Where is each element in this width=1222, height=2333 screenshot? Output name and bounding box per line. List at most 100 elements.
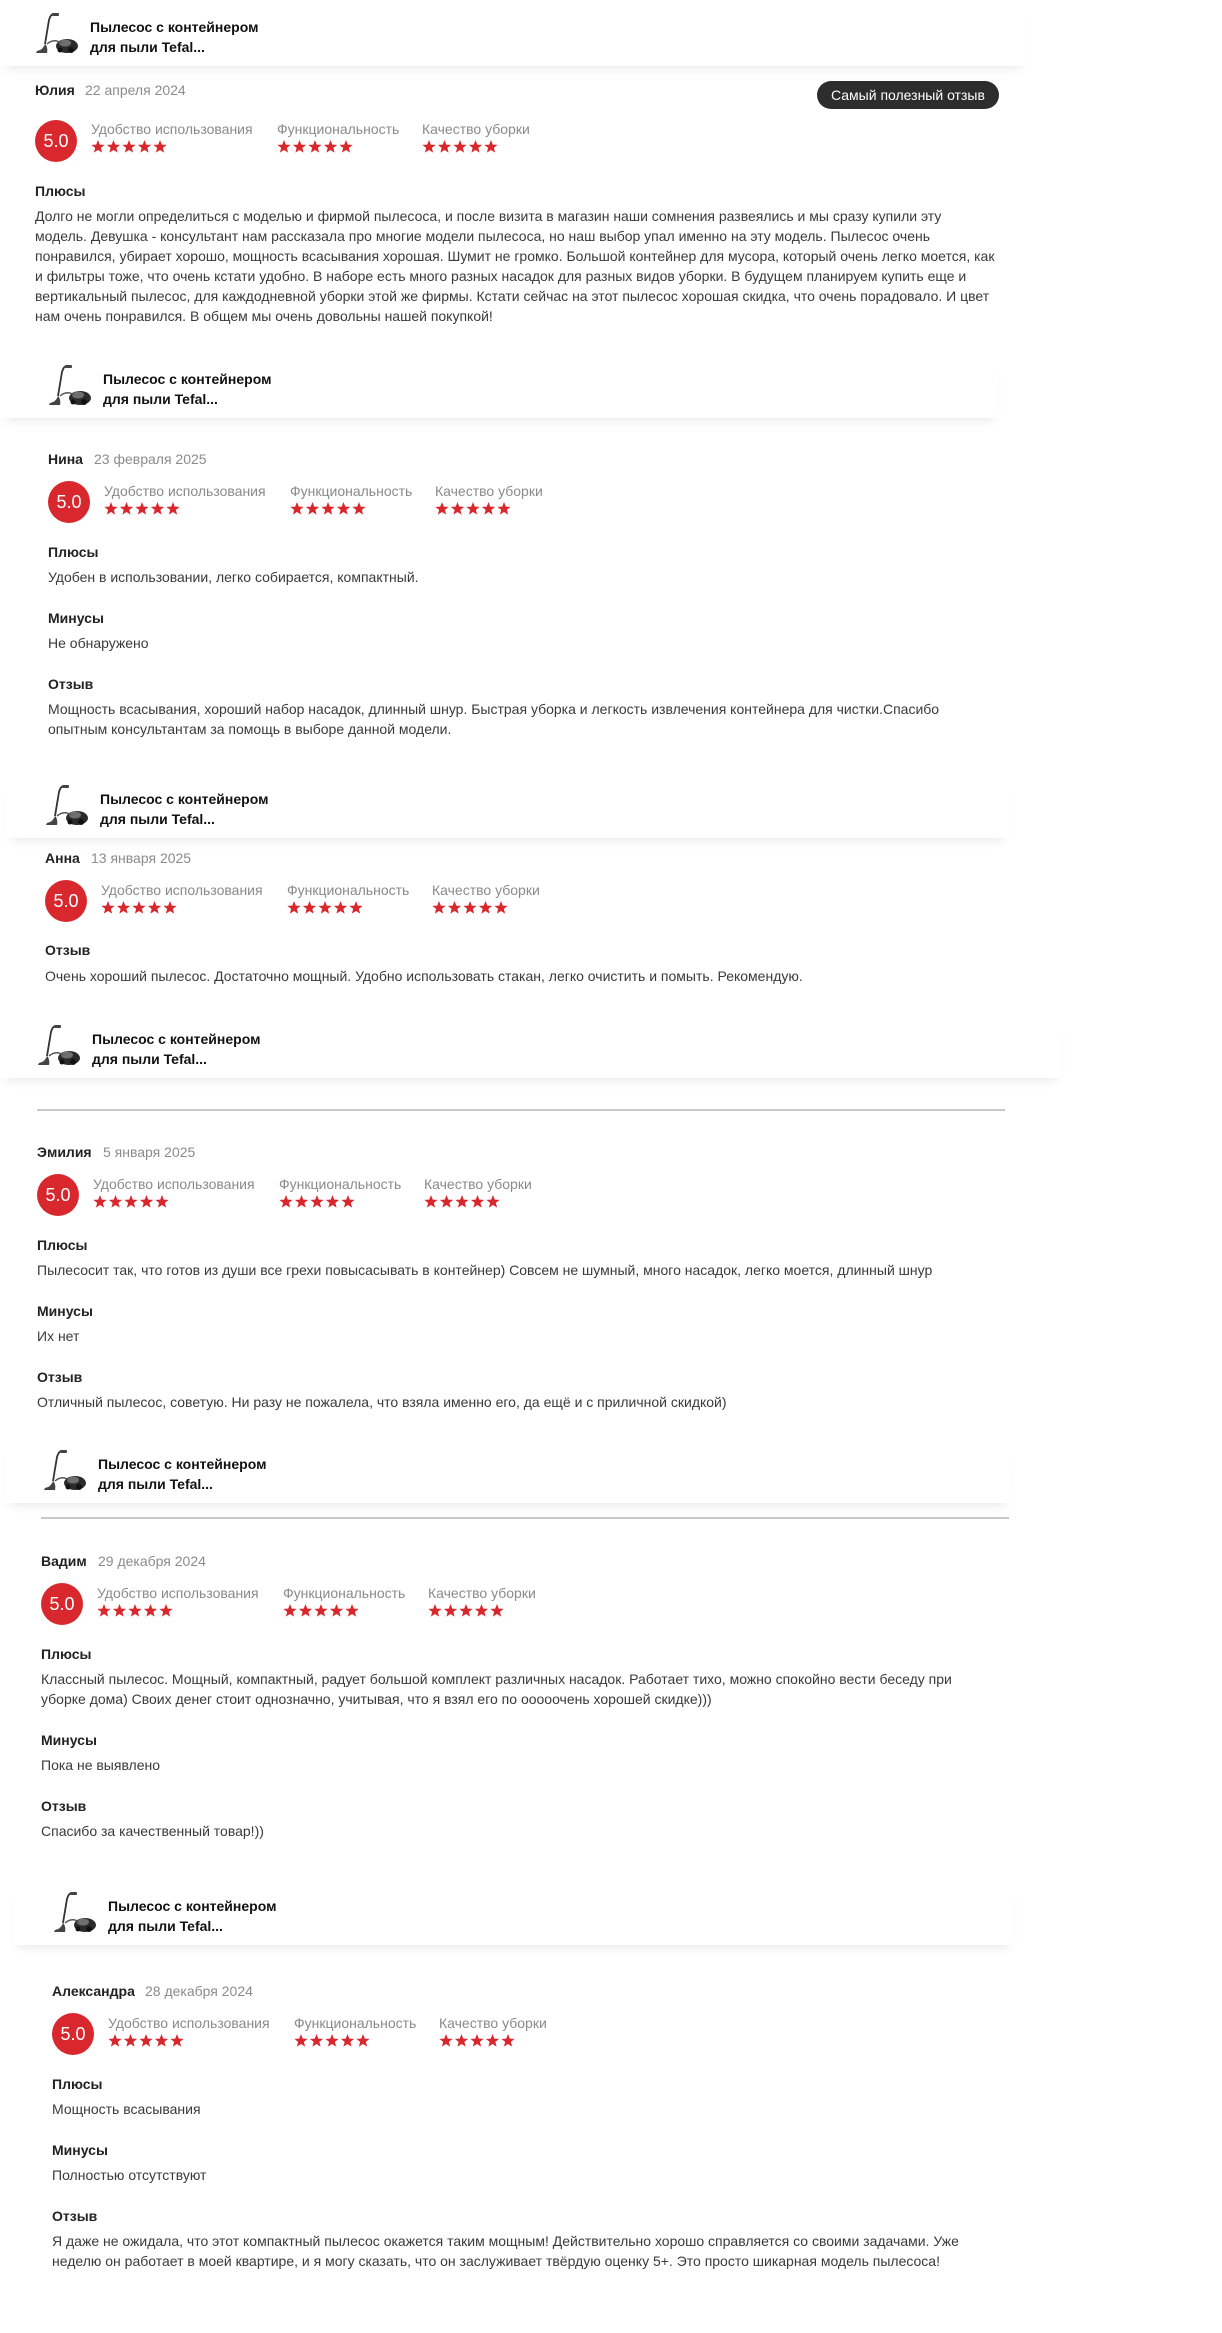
star-icon xyxy=(424,1195,438,1208)
vacuum-cleaner-icon[interactable] xyxy=(36,1022,82,1068)
product-header: Пылесос с контейнером для пыли Tefal... xyxy=(0,4,1025,66)
star-icon xyxy=(494,901,508,914)
review-text: Спасибо за качественный товар!)) xyxy=(41,1823,264,1839)
pros-text: Пылесосит так, что готов из души все гре… xyxy=(37,1262,933,1278)
stars-icon xyxy=(432,901,508,914)
review-date: 22 апреля 2024 xyxy=(85,82,186,98)
product-title[interactable]: Пылесос с контейнером для пыли Tefal... xyxy=(90,17,270,57)
star-icon xyxy=(468,140,483,153)
rating-label: Функциональность xyxy=(287,882,410,898)
star-icon xyxy=(310,1195,324,1208)
star-icon xyxy=(153,140,167,153)
star-rating xyxy=(294,2033,416,2049)
star-icon xyxy=(356,2034,370,2047)
product-title[interactable]: Пылесос с контейнером для пыли Tefal... xyxy=(108,1896,288,1936)
star-icon xyxy=(484,140,498,153)
star-icon xyxy=(155,1195,169,1208)
pros-text: Долго не могли определиться с моделью и … xyxy=(35,208,995,324)
star-rating xyxy=(104,501,266,517)
star-icon xyxy=(97,1604,111,1617)
product-title[interactable]: Пылесос с контейнером для пыли Tefal... xyxy=(100,789,280,829)
star-rating xyxy=(97,1603,259,1619)
stars-icon xyxy=(97,1604,173,1617)
star-icon xyxy=(432,901,446,914)
star-icon xyxy=(463,901,477,914)
product-title[interactable]: Пылесос с контейнером для пыли Tefal... xyxy=(103,369,283,409)
review-title: Отзыв xyxy=(48,676,94,692)
review-card: Юлия 22 апреля 2024 Самый полезный отзыв… xyxy=(35,81,1005,332)
vacuum-cleaner-icon[interactable] xyxy=(52,1889,98,1935)
pros-title: Плюсы xyxy=(41,1646,92,1662)
rating-label: Удобство использования xyxy=(108,2015,270,2031)
rating-cleaning-quality: Качество уборки xyxy=(422,121,530,155)
score-badge: 5.0 xyxy=(41,1583,83,1625)
product-title[interactable]: Пылесос с контейнером для пыли Tefal... xyxy=(98,1454,278,1494)
stars-icon xyxy=(287,901,363,914)
rating-cleaning-quality: Качество уборки xyxy=(424,1176,532,1210)
star-icon xyxy=(454,2034,469,2047)
star-icon xyxy=(314,1604,328,1617)
product-title[interactable]: Пылесос с контейнером для пыли Tefal... xyxy=(92,1029,272,1069)
rating-label: Удобство использования xyxy=(93,1176,255,1192)
cons-title: Минусы xyxy=(41,1732,97,1748)
star-icon xyxy=(333,901,348,914)
rating-label: Функциональность xyxy=(283,1585,406,1601)
review-card: Нина 23 февраля 2025 5.0 Удобство исполь… xyxy=(48,451,998,751)
star-icon xyxy=(123,2034,138,2047)
star-icon xyxy=(135,502,149,515)
stars-icon xyxy=(104,502,180,515)
star-icon xyxy=(439,1195,454,1208)
vacuum-cleaner-icon[interactable] xyxy=(42,1447,88,1493)
review-title: Отзыв xyxy=(37,1369,83,1385)
cons-text: Не обнаружено xyxy=(48,635,149,651)
star-icon xyxy=(132,901,146,914)
vacuum-cleaner-icon xyxy=(36,13,78,53)
star-icon xyxy=(128,1604,142,1617)
star-icon xyxy=(108,1195,123,1208)
star-icon xyxy=(122,140,136,153)
star-icon xyxy=(139,2034,153,2047)
rating-label: Качество уборки xyxy=(435,483,543,499)
star-icon xyxy=(481,502,496,515)
stars-icon xyxy=(435,502,511,515)
divider xyxy=(41,1517,1009,1519)
star-icon xyxy=(341,1195,355,1208)
star-rating xyxy=(435,501,543,517)
cons-text: Полностью отсутствуют xyxy=(52,2167,207,2183)
star-icon xyxy=(455,1195,469,1208)
reviewer-name: Вадим xyxy=(41,1553,87,1569)
star-icon xyxy=(466,502,480,515)
stars-icon xyxy=(91,140,167,153)
star-icon xyxy=(166,502,180,515)
vacuum-cleaner-icon[interactable] xyxy=(34,10,80,56)
star-icon xyxy=(340,2034,355,2047)
product-header: Пылесос с контейнером для пыли Tefal... xyxy=(4,1441,1010,1503)
rating-cleaning-quality: Качество уборки xyxy=(432,882,540,916)
star-icon xyxy=(163,901,177,914)
rating-label: Качество уборки xyxy=(424,1176,532,1192)
star-icon xyxy=(298,1604,313,1617)
vacuum-cleaner-icon[interactable] xyxy=(47,362,93,408)
rating-usability: Удобство использования xyxy=(93,1176,255,1210)
star-icon xyxy=(422,140,436,153)
cons-title: Минусы xyxy=(52,2142,108,2158)
rating-functionality: Функциональность xyxy=(283,1585,405,1619)
star-icon xyxy=(106,140,121,153)
product-header: Пылесос с контейнером для пыли Tefal... xyxy=(6,776,1009,838)
star-icon xyxy=(308,140,322,153)
star-icon xyxy=(139,1195,154,1208)
review-card: Вадим 29 декабря 2024 5.0 Удобство испол… xyxy=(41,1553,1001,1853)
product-header: Пылесос с контейнером для пыли Tefal... xyxy=(12,1883,1015,1945)
review-text: Мощность всасывания, хороший набор насад… xyxy=(48,701,940,737)
review-date: 13 января 2025 xyxy=(91,850,192,866)
star-icon xyxy=(323,140,338,153)
star-icon xyxy=(112,1604,127,1617)
rating-label: Удобство использования xyxy=(101,882,263,898)
pros-title: Плюсы xyxy=(35,183,86,199)
star-icon xyxy=(137,140,152,153)
star-icon xyxy=(485,2034,500,2047)
star-icon xyxy=(104,502,118,515)
vacuum-cleaner-icon[interactable] xyxy=(44,782,90,828)
rating-label: Удобство использования xyxy=(97,1585,259,1601)
star-icon xyxy=(143,1604,158,1617)
